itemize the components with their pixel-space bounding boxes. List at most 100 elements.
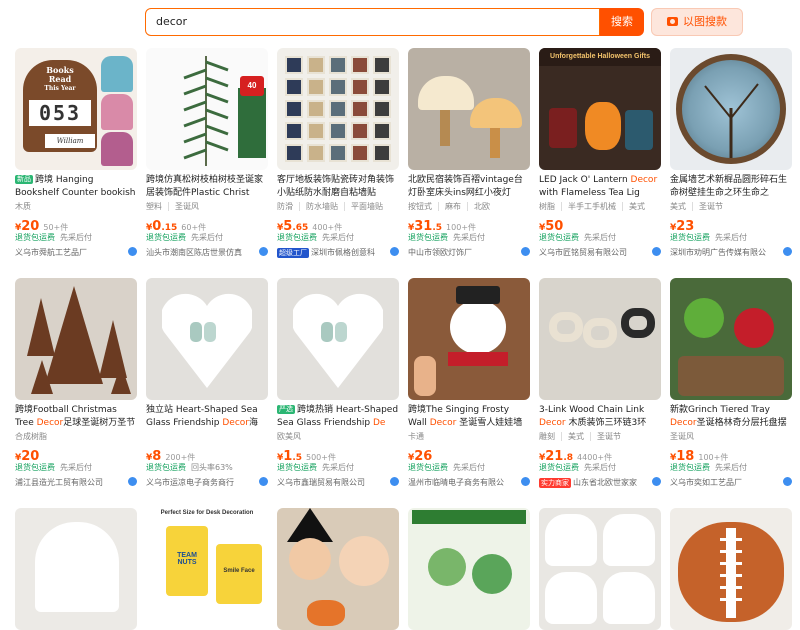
product-title[interactable]: 客厅地板装饰贴瓷砖对角装饰小贴纸防水耐磨自粘墙贴 (277, 174, 399, 199)
title-highlight: Decor (630, 175, 658, 185)
chat-icon[interactable] (521, 247, 530, 256)
shop-name[interactable]: 温州市临晴电子商务有限公 (408, 478, 504, 487)
product-image[interactable] (408, 278, 530, 400)
product-title[interactable]: 跨境The Singing Frosty Wall Decor 圣诞雪人娃娃墙 (408, 404, 530, 429)
chat-icon[interactable] (128, 247, 137, 256)
shop-row[interactable]: 义乌市奕如工艺品厂 (670, 477, 792, 489)
chat-icon[interactable] (259, 477, 268, 486)
service-tags: 退货包运费 先采后付 (15, 462, 137, 473)
shop-name[interactable]: 中山市领欧灯饰厂 (408, 248, 472, 257)
chat-icon[interactable] (783, 477, 792, 486)
chat-icon[interactable] (390, 247, 399, 256)
chat-icon[interactable] (259, 247, 268, 256)
product-card[interactable]: Books Read This Year 053 William 新品 跨境 Hang… (15, 48, 137, 260)
shop-name[interactable]: 深圳市劝明广告传媒有限公 (670, 248, 766, 257)
product-image[interactable]: Perfect Size for Desk Decoration TEAM NU… (146, 508, 268, 630)
product-card[interactable]: 客厅地板装饰贴瓷砖对角装饰小贴纸防水耐磨自粘墙贴 防滑 防水墙贴 平面墙贴 ¥5.6… (277, 48, 399, 260)
product-title[interactable]: 3-Link Wood Chain Link Decor 木质装饰三环链3环 (539, 404, 661, 429)
product-card[interactable]: Unforgettable Halloween Gifts LED Jack O… (539, 48, 661, 260)
free-return-tag: 退货包运费 (277, 463, 317, 472)
product-card[interactable]: 跨境Football Christmas Tree Decor足球圣诞树万圣节 … (15, 278, 137, 490)
product-image[interactable] (670, 508, 792, 630)
product-card[interactable]: Perfect Size for Desk Decoration TEAM NU… (146, 508, 268, 630)
shop-row[interactable]: 义乌市舜航工艺品厂 (15, 247, 137, 259)
shop-row[interactable]: 温州市临晴电子商务有限公 (408, 477, 530, 489)
shop-name[interactable]: 义乌市鑫瑞贸易有限公司 (277, 478, 365, 487)
shop-name[interactable]: 义乌市运凉电子商务商行 (146, 478, 234, 487)
product-title[interactable]: 新品跨境 Hanging Bookshelf Counter bookish d… (15, 174, 137, 199)
product-title[interactable]: 严选 跨境热销 Heart-Shaped Sea Glass Friendship… (277, 404, 399, 429)
product-image[interactable] (277, 508, 399, 630)
chat-icon[interactable] (521, 477, 530, 486)
product-card[interactable] (539, 508, 661, 630)
chat-icon[interactable] (783, 247, 792, 256)
product-title[interactable]: 新款Grinch Tiered Tray Decor圣诞格林奇分层托盘摆 (670, 404, 792, 429)
product-image[interactable]: Unforgettable Halloween Gifts (539, 48, 661, 170)
attribute: 北欧 (467, 202, 490, 211)
product-title[interactable]: 跨境Football Christmas Tree Decor足球圣诞树万圣节 (15, 404, 137, 429)
product-image[interactable] (539, 278, 661, 400)
product-card[interactable]: 40 跨境仿真松树枝柏树枝圣诞家居装饰配件Plastic Christ 塑料 圣诞… (146, 48, 268, 260)
free-return-tag: 退货包运费 (670, 233, 710, 242)
product-card[interactable]: 独立站 Heart-Shaped Sea Glass Friendship De… (146, 278, 268, 490)
shop-row[interactable]: 深圳市劝明广告传媒有限公 (670, 247, 792, 259)
shop-name[interactable]: 深圳市佩格创意科 (311, 248, 375, 257)
service-tag: 先采后付 (453, 233, 485, 242)
service-tags: 退货包运费 先采后付 (15, 232, 137, 243)
shop-row[interactable]: 汕头市潮南区陈店世景仿真 (146, 247, 268, 259)
product-image[interactable]: Books Read This Year 053 William (15, 48, 137, 170)
product-image[interactable]: 40 (146, 48, 268, 170)
product-image[interactable] (408, 48, 530, 170)
product-card[interactable] (15, 508, 137, 630)
product-attributes: 雕刻 美式 圣诞节 (539, 431, 661, 442)
shop-name[interactable]: 汕头市潮南区陈店世景仿真 (146, 248, 242, 257)
product-card[interactable]: 严选 跨境热销 Heart-Shaped Sea Glass Friendship… (277, 278, 399, 490)
chat-icon[interactable] (652, 477, 661, 486)
product-title[interactable]: LED Jack O' Lantern Decor with Flameless… (539, 174, 661, 199)
shop-row[interactable]: 义乌市鑫瑞贸易有限公司 (277, 477, 399, 489)
title-text: 跨境仿真松树枝柏树枝圣诞家居装饰配件Plastic Christ (146, 175, 264, 198)
product-image[interactable] (408, 508, 530, 630)
shop-name[interactable]: 义乌市匠铭贸易有限公司 (539, 248, 627, 257)
product-title[interactable]: 金属墙艺术新樨品圆形碎石生命树壁挂生命之环生命之 (670, 174, 792, 199)
shop-row[interactable]: 义乌市运凉电子商务商行 (146, 477, 268, 489)
shop-name[interactable]: 浦江县造光工贸有限公司 (15, 478, 103, 487)
chat-icon[interactable] (652, 247, 661, 256)
product-image[interactable] (670, 278, 792, 400)
title-text-post: 圣诞雪人娃娃墙 (456, 417, 523, 428)
product-card[interactable]: 金属墙艺术新樨品圆形碎石生命树壁挂生命之环生命之 美式 圣诞节 ¥23 退货包运费… (670, 48, 792, 260)
product-title[interactable]: 独立站 Heart-Shaped Sea Glass Friendship De… (146, 404, 268, 429)
product-attributes: 按钮式 麻布 北欧 (408, 201, 530, 212)
product-card[interactable] (277, 508, 399, 630)
product-card[interactable]: 3-Link Wood Chain Link Decor 木质装饰三环链3环 雕… (539, 278, 661, 490)
sold-count: 100+件 (446, 223, 477, 232)
product-card[interactable]: 新款Grinch Tiered Tray Decor圣诞格林奇分层托盘摆 圣诞风… (670, 278, 792, 490)
shop-row[interactable]: 中山市领欧灯饰厂 (408, 247, 530, 259)
attribute: 平面墙贴 (344, 202, 383, 211)
product-card[interactable] (408, 508, 530, 630)
shop-name[interactable]: 山东省北欧世家家 (573, 478, 637, 487)
shop-row[interactable]: 超级工厂 深圳市佩格创意科 (277, 247, 399, 259)
product-image[interactable] (15, 278, 137, 400)
chat-icon[interactable] (128, 477, 137, 486)
product-card[interactable]: 跨境The Singing Frosty Wall Decor 圣诞雪人娃娃墙 … (408, 278, 530, 490)
product-card[interactable]: 北欧民宿装饰百褶vintage台灯卧室床头ins网红小夜灯 按钮式 麻布 北欧 ¥3… (408, 48, 530, 260)
shop-row[interactable]: 浦江县造光工贸有限公司 (15, 477, 137, 489)
product-image[interactable] (277, 48, 399, 170)
product-image[interactable] (277, 278, 399, 400)
product-attributes: 塑料 圣诞风 (146, 201, 268, 212)
product-title[interactable]: 跨境仿真松树枝柏树枝圣诞家居装饰配件Plastic Christ (146, 174, 268, 199)
shop-name[interactable]: 义乌市舜航工艺品厂 (15, 248, 87, 257)
shop-badge: 超级工厂 (277, 248, 309, 258)
product-image[interactable] (670, 48, 792, 170)
product-image[interactable] (15, 508, 137, 630)
price-row: ¥21.8 4400+件 (539, 445, 661, 464)
shop-row[interactable]: 实力商家 山东省北欧世家家 (539, 477, 661, 489)
product-title[interactable]: 北欧民宿装饰百褶vintage台灯卧室床头ins网红小夜灯 (408, 174, 530, 199)
shop-row[interactable]: 义乌市匠铭贸易有限公司 (539, 247, 661, 259)
product-image[interactable] (146, 278, 268, 400)
product-image[interactable] (539, 508, 661, 630)
product-card[interactable] (670, 508, 792, 630)
chat-icon[interactable] (390, 477, 399, 486)
shop-name[interactable]: 义乌市奕如工艺品厂 (670, 478, 742, 487)
